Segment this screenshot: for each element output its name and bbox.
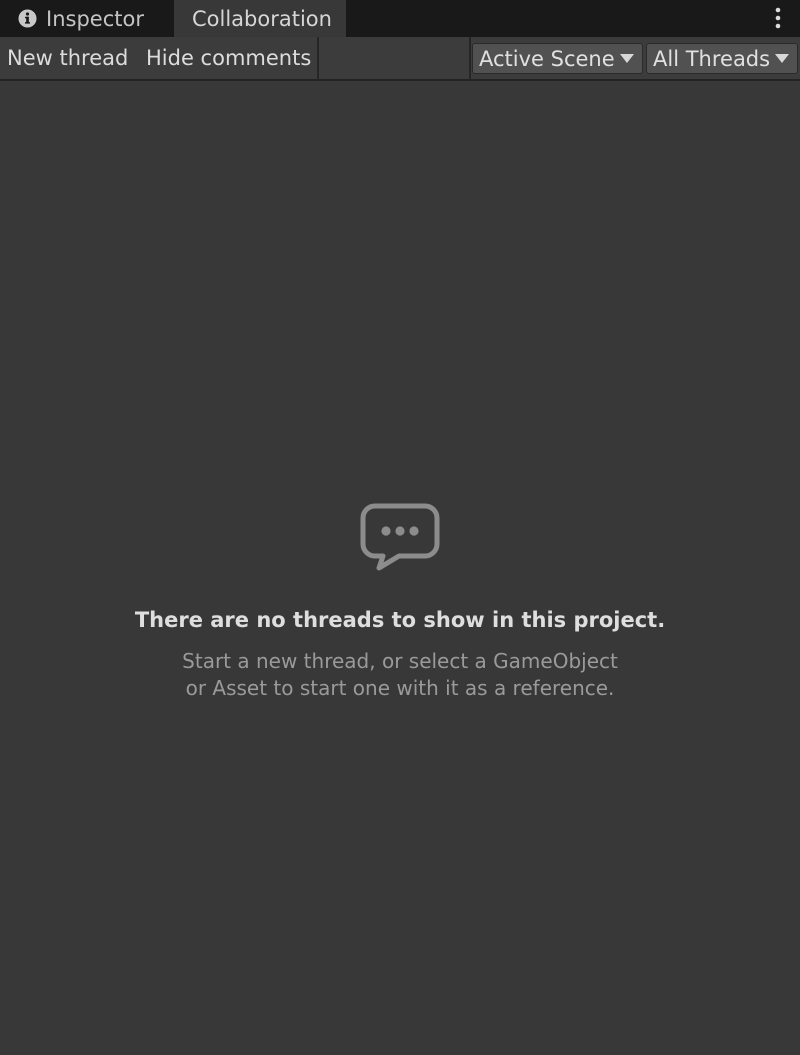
empty-state-title: There are no threads to show in this pro… xyxy=(134,608,666,632)
toolbar-separator xyxy=(317,37,319,79)
hide-comments-button[interactable]: Hide comments xyxy=(146,37,311,79)
chevron-down-icon xyxy=(620,54,634,63)
tab-inspector[interactable]: Inspector xyxy=(0,0,174,37)
scope-dropdown-value: Active Scene xyxy=(479,46,615,71)
collaboration-window: Inspector Collaboration New thread Hide … xyxy=(0,0,800,1055)
tab-collaboration[interactable]: Collaboration xyxy=(174,0,346,37)
empty-state-description-line: Start a new thread, or select a GameObje… xyxy=(182,649,618,673)
info-icon xyxy=(18,9,37,28)
tab-bar: Inspector Collaboration xyxy=(0,0,800,37)
toolbar: New thread Hide comments Active Scene Al… xyxy=(0,37,800,81)
empty-state: There are no threads to show in this pro… xyxy=(0,500,800,702)
chevron-down-icon xyxy=(775,54,789,63)
toolbar-separator xyxy=(469,37,471,79)
filter-dropdown-value: All Threads xyxy=(653,46,771,71)
tab-inspector-label: Inspector xyxy=(46,6,144,31)
chat-bubble-icon xyxy=(360,503,440,571)
filter-dropdown[interactable]: All Threads xyxy=(646,43,798,74)
scope-dropdown[interactable]: Active Scene xyxy=(472,43,643,74)
empty-state-description-line: or Asset to start one with it as a refer… xyxy=(185,676,615,700)
kebab-menu-icon[interactable] xyxy=(774,6,782,30)
tab-collaboration-label: Collaboration xyxy=(192,6,332,31)
new-thread-button[interactable]: New thread xyxy=(7,37,128,79)
empty-state-description: Start a new thread, or select a GameObje… xyxy=(0,648,800,702)
